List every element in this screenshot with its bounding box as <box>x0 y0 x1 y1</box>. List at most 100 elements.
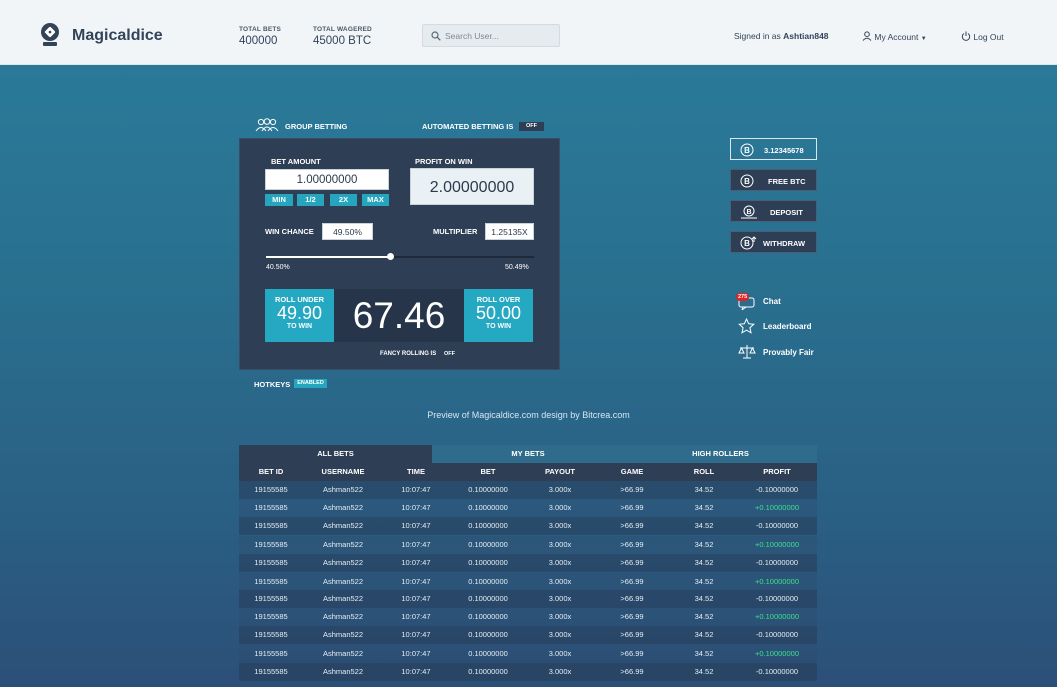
cell-payout: 3.000x <box>548 558 572 567</box>
cell-game: >66.99 <box>620 503 644 512</box>
balance-display: B 3.12345678 <box>730 138 817 160</box>
leaderboard-label: Leaderboard <box>763 322 812 331</box>
cell-bet: 0.10000000 <box>468 612 508 621</box>
table-row[interactable]: 19155585 Ashman522 10:07:47 0.10000000 3.000… <box>239 608 817 626</box>
cell-bet: 0.10000000 <box>468 485 508 494</box>
col-payout: PAYOUT <box>544 467 575 476</box>
roll-result: 67.46 <box>334 289 464 342</box>
cell-payout: 3.000x <box>548 612 572 621</box>
double-button[interactable]: 2X <box>330 194 357 206</box>
cell-payout: 3.000x <box>548 540 572 549</box>
table-row[interactable]: 19155585 Ashman522 10:07:47 0.10000000 3.000… <box>239 645 817 663</box>
tab-all-bets[interactable]: ALL BETS <box>239 445 432 463</box>
cell-time: 10:07:47 <box>401 630 431 639</box>
table-row[interactable]: 19155585 Ashman522 10:07:47 0.10000000 3.000… <box>239 536 817 554</box>
cell-bet: 0.10000000 <box>468 540 508 549</box>
fancy-rolling-label: FANCY ROLLING IS <box>380 351 437 357</box>
cell-time: 10:07:47 <box>401 577 431 586</box>
bitcoin-icon: B <box>740 143 754 157</box>
bet-amount-label: BET AMOUNT <box>271 157 321 166</box>
table-row[interactable]: 19155585 Ashman522 10:07:47 0.10000000 3.000… <box>239 573 817 591</box>
roll-under-button[interactable]: ROLL UNDER 49.90 TO WIN <box>265 289 334 342</box>
col-game: GAME <box>620 467 644 476</box>
chevron-down-icon: ▼ <box>920 36 927 42</box>
total-wagered-value: 45000 BTC <box>313 35 372 47</box>
cell-username: Ashman522 <box>322 577 364 586</box>
win-chance-input[interactable]: 49.50% <box>322 223 373 240</box>
automated-betting-toggle[interactable]: OFF <box>519 122 544 131</box>
slider-max-label: 50.49% <box>505 264 529 271</box>
table-row[interactable]: 19155585 Ashman522 10:07:47 0.10000000 3.000… <box>239 517 817 535</box>
cell-bet-id: 19155585 <box>254 540 288 549</box>
fancy-rolling-toggle[interactable]: OFF <box>444 351 455 357</box>
logout-button[interactable]: Log Out <box>961 31 1004 42</box>
table-row[interactable]: 19155585 Ashman522 10:07:47 0.10000000 3.000… <box>239 626 817 644</box>
leaderboard-link[interactable]: Leaderboard <box>738 318 818 334</box>
multiplier-input[interactable]: 1.25135X <box>485 223 534 240</box>
table-row[interactable]: 19155585 Ashman522 10:07:47 0.10000000 3.000… <box>239 590 817 608</box>
roll-over-button[interactable]: ROLL OVER 50.00 TO WIN <box>464 289 533 342</box>
group-betting-link[interactable]: GROUP BETTING <box>285 122 347 131</box>
logo-icon <box>41 23 59 46</box>
top-header: Magicaldice TOTAL BETS 400000 TOTAL WAGE… <box>0 0 1057 65</box>
multiplier-label: MULTIPLIER <box>433 227 478 236</box>
cell-bet: 0.10000000 <box>468 521 508 530</box>
cell-time: 10:07:47 <box>401 649 431 658</box>
win-chance-slider-handle[interactable] <box>387 253 394 260</box>
provably-fair-link[interactable]: Provably Fair <box>738 344 818 360</box>
max-button[interactable]: MAX <box>362 194 389 206</box>
cell-roll: 34.52 <box>694 649 714 658</box>
cell-bet-id: 19155585 <box>254 503 288 512</box>
deposit-button[interactable]: B DEPOSIT <box>730 200 817 222</box>
cell-username: Ashman522 <box>322 503 364 512</box>
power-icon <box>961 31 971 41</box>
search-input[interactable]: Search User... <box>422 24 560 47</box>
bet-amount-input[interactable]: 1.00000000 <box>265 169 389 190</box>
withdraw-label: WITHDRAW <box>763 239 806 248</box>
profit-on-win-display: 2.00000000 <box>410 168 534 205</box>
withdraw-button[interactable]: B WITHDRAW <box>730 231 817 253</box>
cell-payout: 3.000x <box>548 667 572 676</box>
cell-roll: 34.52 <box>694 612 714 621</box>
cell-username: Ashman522 <box>322 612 364 621</box>
free-btc-label: FREE BTC <box>768 177 806 186</box>
cell-bet: 0.10000000 <box>468 649 508 658</box>
free-btc-button[interactable]: B FREE BTC <box>730 169 817 191</box>
cell-profit: -0.10000000 <box>755 594 799 603</box>
my-account-label: My Account <box>874 32 919 42</box>
cell-username: Ashman522 <box>322 630 364 639</box>
table-row[interactable]: 19155585 Ashman522 10:07:47 0.10000000 3.000… <box>239 554 817 572</box>
deposit-label: DEPOSIT <box>770 208 803 217</box>
bitcoin-icon: B <box>740 174 754 188</box>
win-chance-label: WIN CHANCE <box>265 227 314 236</box>
signed-in-text: Signed in as Ashtian848 <box>734 31 829 41</box>
scale-icon <box>738 345 756 359</box>
cell-profit: -0.10000000 <box>755 667 799 676</box>
brand-name[interactable]: Magicaldice <box>72 27 163 45</box>
half-button[interactable]: 1/2 <box>297 194 324 206</box>
table-row[interactable]: 19155585 Ashman522 10:07:47 0.10000000 3.000… <box>239 481 817 499</box>
tab-high-rollers[interactable]: HIGH ROLLERS <box>624 445 817 463</box>
signed-in-prefix: Signed in as <box>734 31 781 41</box>
cell-roll: 34.52 <box>694 521 714 530</box>
roll-under-value: 49.90 <box>276 303 323 323</box>
my-account-menu[interactable]: My Account ▼ <box>862 31 927 42</box>
table-row[interactable]: 19155585 Ashman522 10:07:47 0.10000000 3.000… <box>239 499 817 517</box>
cell-bet-id: 19155585 <box>254 612 288 621</box>
cell-username: Ashman522 <box>322 540 364 549</box>
profit-on-win-label: PROFIT ON WIN <box>415 157 473 166</box>
cell-game: >66.99 <box>620 577 644 586</box>
cell-payout: 3.000x <box>548 577 572 586</box>
cell-game: >66.99 <box>620 594 644 603</box>
cell-bet-id: 19155585 <box>254 485 288 494</box>
col-roll: ROLL <box>693 467 715 476</box>
search-placeholder: Search User... <box>445 31 499 41</box>
cell-bet-id: 19155585 <box>254 577 288 586</box>
tab-my-bets[interactable]: MY BETS <box>432 445 624 463</box>
min-button[interactable]: MIN <box>265 194 293 206</box>
hotkeys-toggle[interactable]: ENABLED <box>294 379 327 388</box>
table-row[interactable]: 19155585 Ashman522 10:07:47 0.10000000 3.000… <box>239 663 817 681</box>
cell-profit: -0.10000000 <box>755 521 799 530</box>
cell-profit: -0.10000000 <box>755 485 799 494</box>
chat-link[interactable]: 275 Chat <box>736 293 818 310</box>
